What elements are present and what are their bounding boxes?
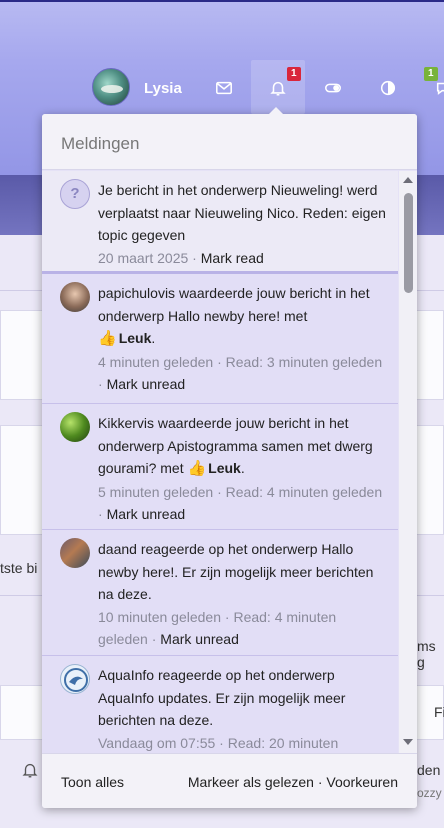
bg-text-right-1: ms g — [417, 638, 436, 670]
notification-text: Je bericht in het onderwerp Nieuweling! … — [98, 182, 386, 243]
scroll-down-arrow-icon[interactable] — [403, 739, 413, 745]
notifications-list[interactable]: ? Je bericht in het onderwerp Nieuweling… — [42, 171, 398, 753]
dropdown-title: Meldingen — [42, 114, 417, 170]
aquainfo-logo — [60, 664, 90, 694]
notification-time: 4 minuten geleden — [98, 353, 214, 370]
mark-unread-link[interactable]: Mark unread — [107, 376, 186, 392]
dropdown-footer: Toon alles Markeer als gelezen · Voorkeu… — [42, 753, 417, 808]
header-top-line — [0, 0, 444, 2]
footer-actions: Markeer als gelezen · Voorkeuren — [188, 774, 398, 790]
notification-time: Vandaag om 07:55 — [98, 734, 216, 751]
reaction-label: Leuk — [118, 330, 152, 346]
show-all-link[interactable]: Toon alles — [61, 774, 124, 790]
thumbs-up-icon: 👍 — [98, 330, 117, 347]
notification-text: daand reageerde op het onderwerp Hallo n… — [98, 541, 374, 602]
bg-text-right-3: den — [417, 762, 441, 778]
notification-time: 20 maart 2025 — [98, 249, 189, 266]
toggle-icon[interactable] — [319, 74, 347, 102]
reaction-label: Leuk — [208, 460, 241, 476]
notification-item[interactable]: Kikkervis waardeerde jouw bericht in het… — [42, 403, 398, 529]
notification-item[interactable]: ? Je bericht in het onderwerp Nieuweling… — [42, 171, 398, 271]
notification-read-time: Read: 4 minuten geleden — [225, 483, 383, 500]
envelope-icon[interactable] — [210, 74, 238, 102]
user-avatar-kikkervis — [60, 412, 90, 442]
notification-item[interactable]: daand reageerde op het onderwerp Hallo n… — [42, 529, 398, 655]
chat-icon[interactable] — [430, 74, 444, 102]
notification-text: AquaInfo reageerde op het onderwerp Aqua… — [98, 667, 346, 728]
username[interactable]: Lysia — [144, 80, 182, 97]
user-nav: Lysia 1 1 — [0, 60, 444, 114]
user-avatar[interactable] — [92, 68, 130, 106]
scrollbar[interactable] — [399, 171, 417, 753]
scroll-up-arrow-icon[interactable] — [403, 177, 413, 183]
notification-time: 5 minuten geleden — [98, 483, 214, 500]
notification-read-time: Read: 20 minuten — [227, 734, 339, 751]
bg-text-right-2: Fi — [434, 704, 444, 720]
notifications-badge: 1 — [287, 67, 301, 81]
contrast-icon[interactable] — [374, 74, 402, 102]
footer-separator: · — [317, 774, 323, 790]
preferences-link[interactable]: Voorkeuren — [326, 774, 398, 790]
notification-read-time: Read: 3 minuten geleden — [225, 353, 383, 370]
notification-time: 10 minuten geleden — [98, 608, 221, 625]
mark-unread-link[interactable]: Mark unread — [160, 631, 239, 647]
dropdown-arrow — [268, 107, 284, 115]
bell-icon-bg — [16, 756, 44, 784]
user-avatar-papichulovis — [60, 282, 90, 312]
mark-all-read-link[interactable]: Markeer als gelezen — [188, 774, 314, 790]
notification-item[interactable]: AquaInfo reageerde op het onderwerp Aqua… — [42, 655, 398, 753]
mark-unread-link[interactable]: Mark unread — [107, 506, 186, 522]
mark-read-link[interactable]: Mark read — [201, 250, 264, 266]
scrollbar-thumb[interactable] — [404, 193, 413, 293]
notification-item[interactable]: papichulovis waardeerde jouw bericht in … — [42, 274, 398, 403]
thumbs-up-icon: 👍 — [187, 460, 207, 477]
notification-text: papichulovis waardeerde jouw bericht in … — [98, 285, 370, 324]
notifications-dropdown: Meldingen ? Je bericht in het onderwerp … — [42, 114, 417, 808]
question-mark-icon: ? — [60, 179, 90, 209]
bg-text-right-4: ozzy — [417, 786, 442, 800]
bg-text-left: tste bi — [0, 560, 38, 576]
user-avatar-daand — [60, 538, 90, 568]
